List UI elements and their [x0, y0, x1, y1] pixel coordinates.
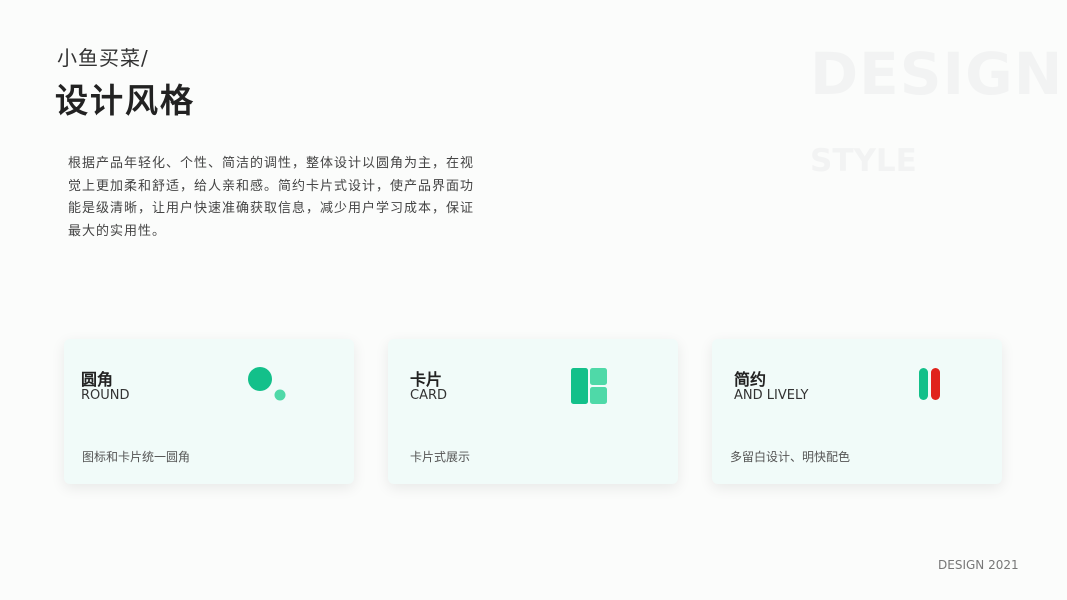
card-subtitle: ROUND: [81, 388, 130, 403]
card-description: 图标和卡片统一圆角: [82, 450, 191, 464]
card-layout-icon: [571, 368, 607, 404]
description-text: 根据产品年轻化、个性、简洁的调性，整体设计以圆角为主，在视觉上更加柔和舒适，给人…: [68, 156, 475, 239]
card-title: 简约: [734, 370, 767, 389]
watermark-design: DESIGN: [810, 40, 1064, 108]
card-title: 圆角: [81, 370, 114, 389]
card-description: 卡片式展示: [410, 450, 471, 464]
card-subtitle: CARD: [410, 388, 448, 403]
page-subtitle: 小鱼买菜/: [57, 46, 149, 70]
round-card: 圆角 ROUND 图标和卡片统一圆角: [64, 339, 354, 484]
card-subtitle: AND LIVELY: [734, 388, 809, 403]
circles-icon: [248, 367, 286, 401]
footer-label: DESIGN 2021: [938, 558, 1019, 572]
card-description: 多留白设计、明快配色: [730, 450, 851, 464]
simple-card: 简约 AND LIVELY 多留白设计、明快配色: [712, 339, 1002, 484]
watermark-style: STYLE: [810, 143, 917, 179]
page-title: 设计风格: [55, 81, 195, 120]
pills-icon: [919, 368, 940, 400]
card-card: 卡片 CARD 卡片式展示: [388, 339, 678, 484]
card-title: 卡片: [410, 370, 443, 389]
